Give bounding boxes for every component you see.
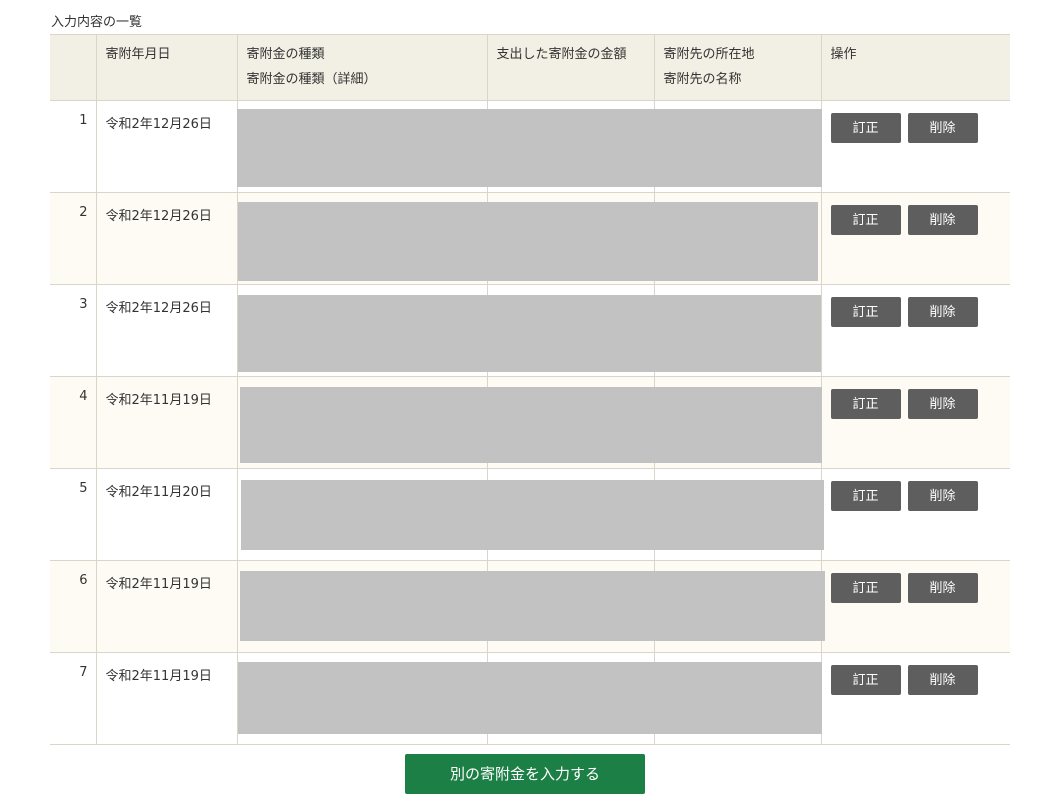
- donation-list-table: 寄附年月日 寄附金の種類 寄附金の種類（詳細） 支出した寄附金の金額 寄附先の所…: [50, 34, 1010, 745]
- row-number: 3: [50, 284, 97, 377]
- table-row: 3 令和2年12月26日 訂正 削除: [50, 284, 1010, 377]
- delete-button[interactable]: 削除: [907, 297, 978, 327]
- header-recipient: 寄附先の所在地 寄附先の名称: [654, 34, 822, 101]
- header-type-label: 寄附金の種類: [246, 47, 325, 62]
- row-date: 令和2年12月26日: [96, 284, 238, 377]
- row-ops: 訂正 削除: [821, 468, 1010, 561]
- delete-button[interactable]: 削除: [907, 205, 978, 235]
- row-number: 4: [50, 376, 97, 469]
- header-name-label: 寄附先の名称: [663, 72, 742, 87]
- delete-button[interactable]: 削除: [907, 481, 978, 511]
- table-row: 7 令和2年11月19日 訂正 削除: [50, 652, 1010, 745]
- edit-button[interactable]: 訂正: [830, 389, 901, 419]
- edit-button[interactable]: 訂正: [830, 113, 901, 143]
- table-row: 5 令和2年11月20日 訂正 削除: [50, 468, 1010, 561]
- row-number: 1: [50, 100, 97, 193]
- delete-button[interactable]: 削除: [907, 573, 978, 603]
- row-ops: 訂正 削除: [821, 376, 1010, 469]
- add-donation-button[interactable]: 別の寄附金を入力する: [405, 754, 645, 794]
- row-number: 6: [50, 560, 97, 653]
- header-no: [50, 34, 97, 101]
- row-ops: 訂正 削除: [821, 284, 1010, 377]
- delete-button[interactable]: 削除: [907, 113, 978, 143]
- table-row: 2 令和2年12月26日 訂正 削除: [50, 192, 1010, 285]
- redaction-block: [239, 387, 822, 463]
- row-date: 令和2年11月19日: [96, 560, 238, 653]
- edit-button[interactable]: 訂正: [830, 573, 901, 603]
- row-number: 5: [50, 468, 97, 561]
- row-type-cell: [237, 468, 824, 561]
- header-date: 寄附年月日: [96, 34, 238, 101]
- delete-button[interactable]: 削除: [907, 389, 978, 419]
- redaction-block: [239, 571, 825, 641]
- row-type-cell: [237, 192, 818, 285]
- redaction-block: [236, 109, 822, 187]
- redaction-block: [237, 662, 822, 734]
- row-number: 7: [50, 652, 97, 745]
- row-ops: 訂正 削除: [821, 192, 1010, 285]
- table-row: 6 令和2年11月19日 訂正 削除: [50, 560, 1010, 653]
- table-row: 4 令和2年11月19日 訂正 削除: [50, 376, 1010, 469]
- row-date: 令和2年11月20日: [96, 468, 238, 561]
- header-ops: 操作: [821, 34, 1010, 101]
- edit-button[interactable]: 訂正: [830, 297, 901, 327]
- row-type-cell: [237, 560, 825, 653]
- table-row: 1 令和2年12月26日 訂正 削除: [50, 100, 1010, 193]
- header-amount: 支出した寄附金の金額: [487, 34, 655, 101]
- row-ops: 訂正 削除: [821, 100, 1010, 193]
- header-ops-label: 操作: [830, 47, 857, 62]
- redaction-block: [240, 480, 824, 550]
- row-date: 令和2年12月26日: [96, 100, 238, 193]
- row-type-cell: [237, 284, 821, 377]
- header-address-label: 寄附先の所在地: [663, 47, 755, 62]
- row-type-cell: [237, 652, 822, 745]
- row-date: 令和2年11月19日: [96, 652, 238, 745]
- redaction-block: [237, 202, 818, 281]
- edit-button[interactable]: 訂正: [830, 665, 901, 695]
- header-amount-label: 支出した寄附金の金額: [496, 47, 627, 62]
- row-ops: 訂正 削除: [821, 652, 1010, 745]
- row-type-cell: [237, 376, 822, 469]
- header-date-label: 寄附年月日: [105, 47, 171, 62]
- table-header-row: 寄附年月日 寄附金の種類 寄附金の種類（詳細） 支出した寄附金の金額 寄附先の所…: [50, 34, 1010, 101]
- header-type: 寄附金の種類 寄附金の種類（詳細）: [237, 34, 488, 101]
- edit-button[interactable]: 訂正: [830, 205, 901, 235]
- delete-button[interactable]: 削除: [907, 665, 978, 695]
- edit-button[interactable]: 訂正: [830, 481, 901, 511]
- row-type-cell: [236, 100, 822, 193]
- header-type-detail-label: 寄附金の種類（詳細）: [246, 72, 377, 87]
- row-ops: 訂正 削除: [821, 560, 1010, 653]
- redaction-block: [237, 295, 821, 372]
- row-number: 2: [50, 192, 97, 285]
- row-date: 令和2年12月26日: [96, 192, 238, 285]
- row-date: 令和2年11月19日: [96, 376, 238, 469]
- section-title: 入力内容の一覧: [51, 15, 143, 30]
- donation-list-table-wrapper: 寄附年月日 寄附金の種類 寄附金の種類（詳細） 支出した寄附金の金額 寄附先の所…: [50, 34, 1010, 745]
